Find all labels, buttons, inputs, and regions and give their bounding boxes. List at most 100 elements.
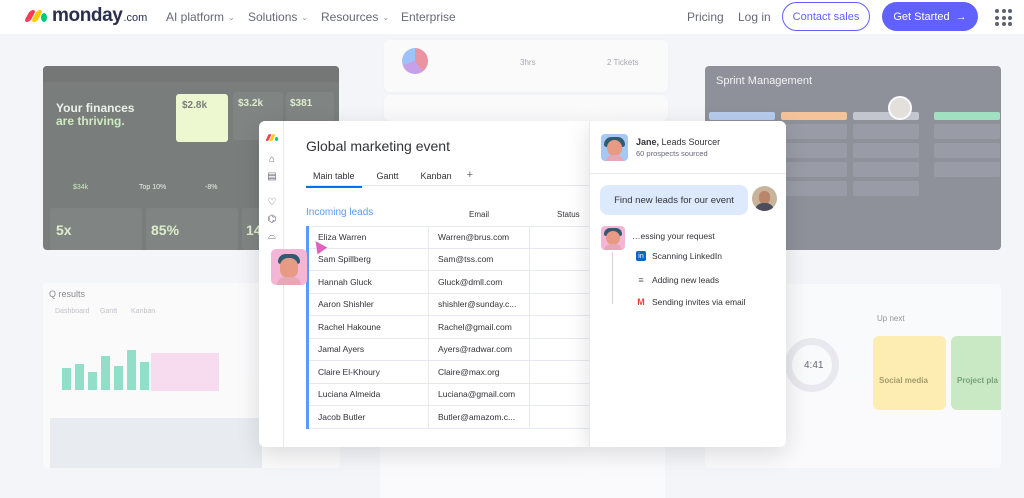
lead-name[interactable]: Rachel Hakoune	[309, 316, 429, 338]
lead-status[interactable]	[530, 271, 589, 293]
lead-email[interactable]: Sam@tss.com	[429, 248, 530, 270]
column-header-status[interactable]: Status	[557, 210, 580, 219]
nav-login-link[interactable]: Log in	[738, 10, 771, 24]
finance-value-1: $2.8k	[182, 100, 208, 111]
lead-status[interactable]	[530, 294, 589, 316]
project-card: Project pla	[951, 336, 1001, 410]
table-row[interactable]: Rachel Hakoune Rachel@gmail.com	[309, 316, 589, 339]
lead-status[interactable]	[530, 361, 589, 383]
lead-email[interactable]: Rachel@gmail.com	[429, 316, 530, 338]
lead-name[interactable]: Sam Spillberg	[309, 248, 429, 270]
steps-connector	[612, 252, 613, 304]
lead-email[interactable]: Warren@brus.com	[429, 227, 530, 248]
nav-item-solutions[interactable]: Solutions ⌄	[248, 10, 308, 24]
tickets-preview-card	[384, 95, 668, 121]
nav-item-label: AI platform	[166, 10, 225, 24]
home-icon[interactable]: ⌂	[266, 154, 278, 165]
table-row[interactable]: Sam Spillberg Sam@tss.com	[309, 248, 589, 271]
logo-mark-icon	[264, 133, 278, 144]
agent-avatar-floating	[271, 249, 307, 285]
lead-name[interactable]: Jamal Ayers	[309, 338, 429, 360]
agent-step: M Sending invites via email	[636, 297, 746, 307]
table-row[interactable]: Eliza Warren Warren@brus.com	[309, 226, 589, 249]
inbox-icon[interactable]: ▤	[266, 171, 278, 182]
monday-logo[interactable]: monday .com	[23, 5, 148, 27]
agent-subtitle: 60 prospects sourced	[636, 149, 708, 158]
lead-email[interactable]: Butler@amazom.c...	[429, 406, 530, 428]
agent-step: in Scanning LinkedIn	[636, 251, 722, 261]
lead-name[interactable]: Eliza Warren	[309, 227, 429, 248]
table-row[interactable]: Aaron Shishler shishler@sunday.c...	[309, 293, 589, 316]
nav-item-label: Resources	[321, 10, 379, 24]
column-header-email[interactable]: Email	[469, 210, 489, 219]
nav-item-resources[interactable]: Resources ⌄	[321, 10, 389, 24]
social-media-label: Social media	[879, 376, 928, 385]
q-tab-kanban: Kanban	[131, 308, 156, 315]
chevron-down-icon: ⌄	[382, 12, 390, 22]
nav-pricing-link[interactable]: Pricing	[687, 10, 724, 24]
favorites-icon[interactable]: ♡	[266, 197, 278, 208]
stat-tickets: 2 Tickets	[607, 58, 639, 67]
lead-name[interactable]: Claire El-Khoury	[309, 361, 429, 383]
user-message-bubble: Find new leads for our event	[600, 185, 748, 215]
list-add-icon: ≡	[636, 275, 646, 285]
get-started-button[interactable]: Get Started →	[882, 2, 978, 31]
lead-email[interactable]: Gluck@dmll.com	[429, 271, 530, 293]
lead-status[interactable]	[530, 316, 589, 338]
lead-status[interactable]	[530, 227, 589, 248]
table-row[interactable]: Jamal Ayers Ayers@radwar.com	[309, 338, 589, 361]
finance-stat-2: 85%	[151, 222, 180, 238]
q-results-title: Q results	[49, 289, 86, 299]
top-nav: monday .com AI platform ⌄ Solutions ⌄ Reso…	[0, 0, 1024, 34]
finance-stat-1: 5x	[56, 222, 72, 238]
lead-email[interactable]: Luciana@gmail.com	[429, 383, 530, 405]
agent-step-label: Scanning LinkedIn	[652, 251, 722, 261]
chevron-down-icon: ⌄	[228, 12, 235, 22]
table-row[interactable]: Jacob Butler Butler@amazom.c...	[309, 406, 589, 429]
arrow-right-icon: →	[955, 10, 967, 23]
contact-sales-button[interactable]: Contact sales	[782, 2, 870, 31]
agent-divider	[590, 173, 786, 174]
lead-status[interactable]	[530, 249, 589, 271]
apps-icon[interactable]: ⌓	[266, 231, 278, 242]
table-row[interactable]: Claire El-Khoury Claire@max.org	[309, 361, 589, 384]
finance-value-2: $3.2k	[238, 98, 264, 109]
agent-step: ≡ Adding new leads	[636, 275, 719, 285]
lead-name[interactable]: Jacob Butler	[309, 406, 429, 428]
lead-email[interactable]: Ayers@radwar.com	[429, 338, 530, 360]
stats-preview-card: 3hrs 2 Tickets	[384, 40, 668, 92]
bar-chart-preview	[62, 350, 149, 390]
agent-name: Jane, Leads Sourcer	[636, 137, 721, 147]
lower-table-preview	[380, 444, 665, 498]
lead-name[interactable]: Hannah Gluck	[309, 271, 429, 293]
lead-email[interactable]: Claire@max.org	[429, 361, 530, 383]
table-row[interactable]: Hannah Gluck Gluck@dmll.com	[309, 271, 589, 294]
lead-status[interactable]	[530, 384, 589, 406]
finance-pct: -8%	[205, 184, 218, 191]
group-title[interactable]: Incoming leads	[306, 207, 373, 218]
lead-status[interactable]	[530, 406, 589, 428]
lead-name[interactable]: Luciana Almeida	[309, 383, 429, 405]
get-started-label: Get Started	[893, 10, 950, 23]
agent-step-avatar	[601, 226, 625, 250]
processing-status: …essing your request	[632, 231, 715, 241]
sprint-title: Sprint Management	[716, 75, 812, 87]
nav-item-ai-platform[interactable]: AI platform ⌄	[166, 10, 235, 24]
logo-word: monday	[52, 5, 123, 26]
logo-suffix: .com	[123, 12, 148, 24]
q-tab-dashboard: Dashboard	[55, 308, 90, 315]
apps-grid-icon[interactable]	[995, 9, 1012, 26]
table-row[interactable]: Luciana Almeida Luciana@gmail.com	[309, 383, 589, 406]
agent-panel: Jane, Leads Sourcer 60 prospects sourced…	[589, 121, 786, 447]
nav-item-enterprise[interactable]: Enterprise	[401, 10, 456, 24]
lead-status[interactable]	[530, 339, 589, 361]
workspace-icon[interactable]: ⌬	[266, 214, 278, 225]
lead-email[interactable]: shishler@sunday.c...	[429, 293, 530, 315]
leads-table: Eliza Warren Warren@brus.com Sam Spillber…	[306, 226, 589, 429]
finance-small: $34k	[73, 184, 89, 191]
lead-name[interactable]: Aaron Shishler	[309, 293, 429, 315]
gmail-icon: M	[636, 297, 646, 307]
agent-avatar	[601, 134, 628, 161]
project-label: Project pla	[957, 376, 998, 385]
timer-value: 4:41	[804, 360, 824, 371]
